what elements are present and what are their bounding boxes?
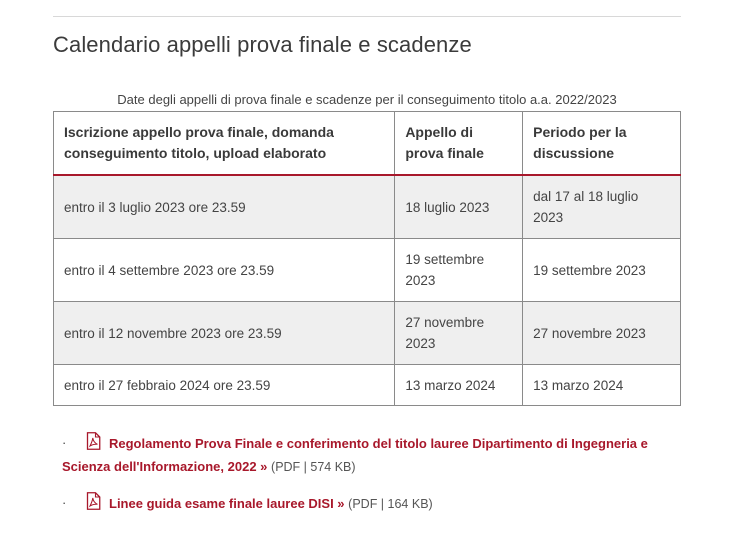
table-caption: Date degli appelli di prova finale e sca…	[117, 92, 617, 107]
exam-date-cell: 13 marzo 2024	[394, 364, 524, 406]
column-header-registration: Iscrizione appello prova finale, domanda…	[52, 111, 396, 176]
exam-date-cell: 18 luglio 2023	[394, 174, 524, 239]
pdf-icon	[86, 432, 101, 456]
table-row: entro il 12 novembre 2023 ore 23.59 27 n…	[52, 301, 681, 365]
exam-date-cell: 19 settembre 2023	[394, 238, 524, 302]
discussion-period-cell: dal 17 al 18 luglio 2023	[522, 174, 681, 239]
discussion-period-cell: 19 settembre 2023	[522, 238, 681, 302]
documents-list: · Regolamento Prova Finale e conferiment…	[62, 432, 682, 530]
table-row: entro il 4 settembre 2023 ore 23.59 19 s…	[52, 238, 681, 302]
column-header-discussion-period: Periodo per la discussione	[522, 111, 681, 176]
list-item: · Linee guida esame finale lauree DISI »…	[62, 492, 682, 516]
file-info: (PDF | 164 KB)	[348, 497, 433, 511]
table-row: entro il 27 febbraio 2024 ore 23.59 13 m…	[52, 364, 681, 406]
registration-deadline-cell: entro il 4 settembre 2023 ore 23.59	[52, 238, 396, 302]
registration-deadline-cell: entro il 3 luglio 2023 ore 23.59	[52, 174, 396, 239]
top-divider	[53, 16, 681, 17]
bullet: ·	[62, 495, 67, 510]
discussion-period-cell: 13 marzo 2024	[522, 364, 681, 406]
discussion-period-cell: 27 novembre 2023	[522, 301, 681, 365]
page-title: Calendario appelli prova finale e scaden…	[53, 32, 472, 57]
linee-guida-esame-finale-link[interactable]: Linee guida esame finale lauree DISI »	[109, 496, 345, 511]
registration-deadline-cell: entro il 27 febbraio 2024 ore 23.59	[52, 364, 396, 406]
pdf-icon	[86, 492, 101, 516]
file-info: (PDF | 574 KB)	[271, 460, 356, 474]
table-header-row: Iscrizione appello prova finale, domanda…	[52, 111, 681, 176]
schedule-table: Iscrizione appello prova finale, domanda…	[52, 111, 681, 406]
exam-date-cell: 27 novembre 2023	[394, 301, 524, 365]
registration-deadline-cell: entro il 12 novembre 2023 ore 23.59	[52, 301, 396, 365]
list-item: · Regolamento Prova Finale e conferiment…	[62, 432, 682, 478]
bullet: ·	[62, 435, 67, 450]
column-header-exam-session: Appello di prova finale	[394, 111, 524, 176]
table-row: entro il 3 luglio 2023 ore 23.59 18 lugl…	[52, 174, 681, 239]
